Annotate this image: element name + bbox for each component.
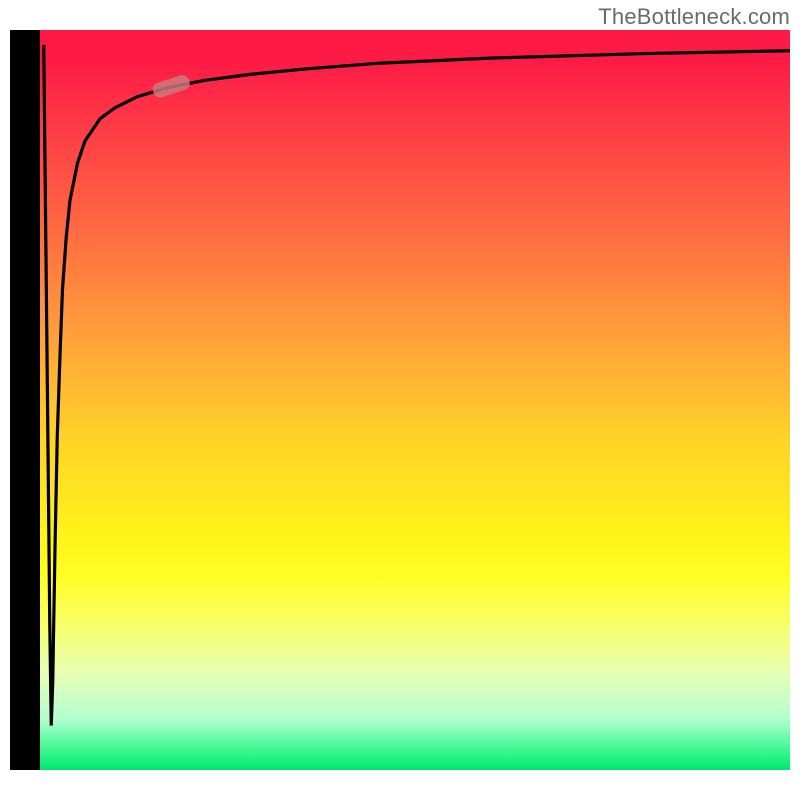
plot-area	[40, 30, 790, 770]
attribution-label: TheBottleneck.com	[598, 4, 790, 30]
curve-path	[44, 45, 790, 726]
series-marker	[151, 73, 192, 99]
curve-svg	[40, 30, 790, 770]
chart-canvas: TheBottleneck.com	[0, 0, 800, 800]
y-axis	[10, 30, 40, 770]
